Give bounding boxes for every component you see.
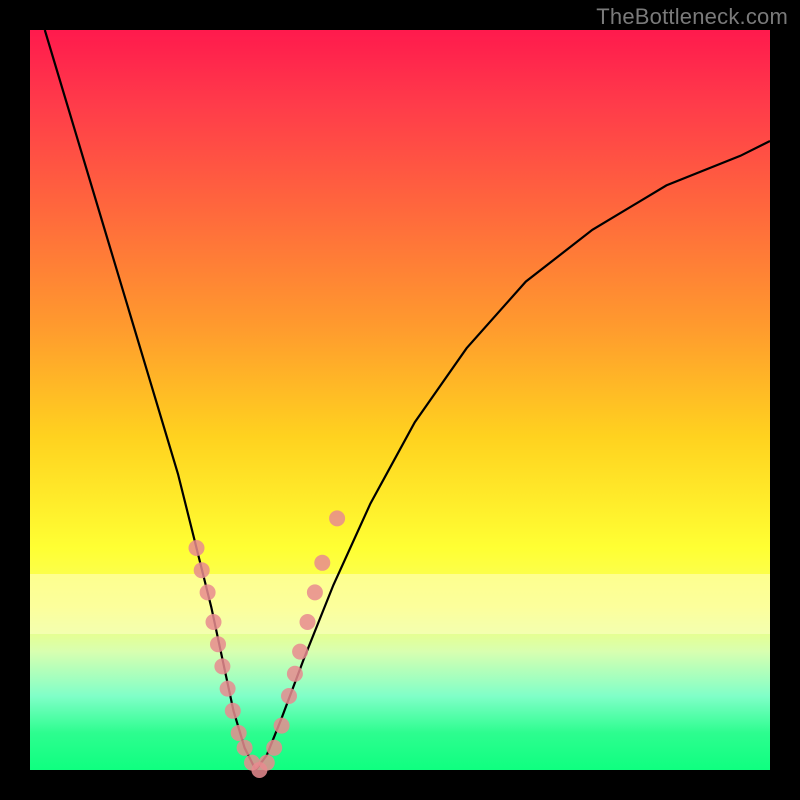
data-marker bbox=[259, 755, 275, 771]
data-marker bbox=[307, 584, 323, 600]
chart-frame: TheBottleneck.com bbox=[0, 0, 800, 800]
data-marker bbox=[220, 681, 236, 697]
data-marker bbox=[210, 636, 226, 652]
data-marker bbox=[266, 740, 282, 756]
data-marker bbox=[274, 718, 290, 734]
data-marker bbox=[206, 614, 222, 630]
data-marker bbox=[314, 555, 330, 571]
data-marker bbox=[287, 666, 303, 682]
data-marker bbox=[237, 740, 253, 756]
data-markers bbox=[189, 510, 346, 778]
data-marker bbox=[214, 658, 230, 674]
plot-area bbox=[30, 30, 770, 770]
data-marker bbox=[200, 584, 216, 600]
data-marker bbox=[329, 510, 345, 526]
data-marker bbox=[292, 644, 308, 660]
data-marker bbox=[225, 703, 241, 719]
data-marker bbox=[281, 688, 297, 704]
curve-svg bbox=[30, 30, 770, 770]
data-marker bbox=[231, 725, 247, 741]
watermark-text: TheBottleneck.com bbox=[596, 4, 788, 30]
data-marker bbox=[194, 562, 210, 578]
data-marker bbox=[300, 614, 316, 630]
data-marker bbox=[189, 540, 205, 556]
bottleneck-curve bbox=[45, 30, 770, 770]
